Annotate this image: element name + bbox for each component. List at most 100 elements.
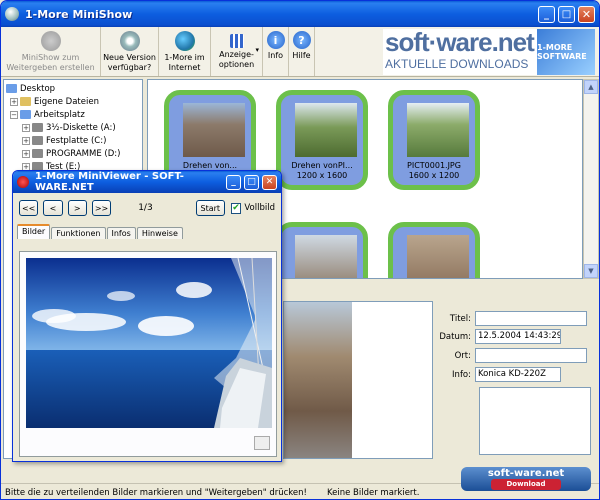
new-version-button[interactable]: Neue Version verfügbar? [101, 27, 159, 76]
tree-expander[interactable]: + [22, 149, 30, 158]
thumbnail-image [295, 103, 357, 157]
prev-image-button[interactable]: < [43, 200, 63, 216]
software-net-logo: soft·ware.net AKTUELLE DOWNLOADS 1-MORE … [383, 27, 595, 75]
resize-icon[interactable] [254, 436, 270, 450]
tree-item-label: Desktop [20, 83, 56, 94]
miniviewer-image [26, 258, 272, 428]
thumbnail-size: 1600 x 1200 [408, 171, 460, 180]
create-minishow-button[interactable]: MiniShow zum Weitergeben erstellen [1, 27, 101, 76]
tree-item-desktop[interactable]: Desktop [6, 82, 140, 95]
next-image-button[interactable]: > [67, 200, 87, 216]
tree-item-label: Festplatte (C:) [46, 135, 107, 146]
logo-badge: 1-MORE SOFTWARE [537, 29, 595, 75]
properties-panel: Titel: Datum: 12.5.2004 14:43:29 Ort: In… [435, 301, 599, 459]
info-row: Info: Konica KD-220Z [435, 367, 561, 382]
date-field[interactable]: 12.5.2004 14:43:29 [475, 329, 561, 344]
minimize-button[interactable]: _ [538, 5, 555, 23]
tree-item-label: PROGRAMME (D:) [46, 148, 121, 159]
start-button[interactable]: Start [195, 200, 225, 216]
tree-expander[interactable]: − [10, 110, 18, 119]
help-icon: ? [292, 31, 311, 49]
info-textarea[interactable] [479, 387, 591, 455]
tab-funktionen[interactable]: Funktionen [51, 227, 106, 239]
miniviewer-tabs: Bilder Funktionen Infos Hinweise [13, 223, 281, 239]
info-field-label: Info: [452, 369, 471, 380]
thumbnail-name: PICT0001.JPG [407, 161, 461, 170]
thumbnail-3[interactable]: PICT0001.JPG 1600 x 1200 [388, 90, 480, 190]
info-label: Info [267, 51, 284, 60]
internet-button[interactable]: 1-More im Internet [159, 27, 211, 76]
miniviewer-navigation: << < > >> 1/3 Start ✔ Vollbild [13, 193, 281, 223]
miniviewer-app-icon [17, 176, 29, 188]
location-row: Ort: [435, 348, 587, 363]
maximize-button[interactable]: □ [558, 5, 575, 23]
first-image-button[interactable]: << [19, 200, 39, 216]
thumbnail-4[interactable] [276, 222, 368, 278]
location-field[interactable] [475, 348, 587, 363]
miniviewer-close-button[interactable]: ✕ [262, 174, 277, 190]
miniviewer-title-bar[interactable]: 1-More MiniViewer - SOFT-WARE.NET _ □ ✕ [13, 171, 281, 193]
drive-icon [32, 149, 43, 158]
logo-text: soft·ware.net [385, 27, 535, 57]
tree-item-label: 3½-Diskette (A:) [46, 122, 116, 133]
info-button[interactable]: i Info [263, 27, 289, 76]
fullscreen-checkbox[interactable]: ✔ [230, 202, 242, 214]
logo-subtitle: AKTUELLE DOWNLOADS [385, 57, 529, 71]
miniviewer-window: 1-More MiniViewer - SOFT-WARE.NET _ □ ✕ … [12, 170, 282, 462]
miniviewer-title: 1-More MiniViewer - SOFT-WARE.NET [35, 171, 184, 193]
tree-expander[interactable]: + [22, 123, 30, 132]
thumbnail-name: Drehen vonPI... [291, 161, 353, 170]
status-left: Bitte die zu verteilenden Bilder markier… [5, 487, 307, 498]
close-button[interactable]: ✕ [578, 5, 595, 23]
app-icon [5, 7, 19, 21]
globe-icon [174, 31, 195, 51]
tree-expander[interactable]: + [22, 136, 30, 145]
tree-item-label: Arbeitsplatz [34, 109, 85, 120]
sailboat-photo [26, 258, 272, 428]
tree-expander[interactable]: + [10, 97, 18, 106]
scroll-down-icon[interactable]: ▼ [584, 264, 598, 278]
thumbnail-2[interactable]: Drehen vonPI... 1200 x 1600 [276, 90, 368, 190]
tree-item-arbeitsplatz[interactable]: − Arbeitsplatz [6, 108, 140, 121]
fullscreen-label: Vollbild [244, 203, 275, 213]
preview-image [284, 302, 352, 458]
thumbnail-scrollbar[interactable]: ▲ ▼ [583, 79, 599, 279]
internet-label: 1-More im Internet [164, 53, 205, 72]
tree-item-drive-d[interactable]: + PROGRAMME (D:) [6, 147, 140, 160]
floppy-icon [32, 123, 43, 132]
date-row: Datum: 12.5.2004 14:43:29 [435, 329, 561, 344]
tree-item-floppy[interactable]: + 3½-Diskette (A:) [6, 121, 140, 134]
title-bar[interactable]: 1-More MiniShow _ □ ✕ [1, 1, 599, 27]
thumbnail-5[interactable] [388, 222, 480, 278]
title-label: Titel: [449, 313, 471, 324]
toolbar: MiniShow zum Weitergeben erstellen Neue … [1, 27, 599, 77]
image-preview [283, 301, 433, 459]
display-options-label: Anzeige-optionen [218, 50, 255, 69]
thumbnail-size: 1200 x 1600 [296, 171, 348, 180]
people-icon [40, 31, 61, 51]
tab-infos[interactable]: Infos [106, 227, 136, 239]
last-image-button[interactable]: >> [91, 200, 112, 216]
scroll-up-icon[interactable]: ▲ [584, 80, 598, 94]
help-button[interactable]: ? Hilfe [289, 27, 315, 76]
miniviewer-maximize-button[interactable]: □ [244, 174, 259, 190]
display-options-button[interactable]: Anzeige-optionen ▾ [211, 27, 263, 76]
thumbnail-image [295, 235, 357, 278]
watermark-text: soft-ware.net [487, 468, 565, 479]
title-row: Titel: [435, 311, 587, 326]
tree-item-drive-c[interactable]: + Festplatte (C:) [6, 134, 140, 147]
thumbnail-caption: PICT0001.JPG 1600 x 1200 [393, 161, 475, 181]
drive-icon [32, 136, 43, 145]
new-version-label: Neue Version verfügbar? [103, 53, 156, 72]
dropdown-arrow-icon: ▾ [255, 46, 259, 54]
location-label: Ort: [454, 350, 471, 361]
date-label: Datum: [439, 331, 471, 342]
tab-hinweise[interactable]: Hinweise [136, 227, 183, 239]
folder-icon [20, 97, 31, 106]
title-field[interactable] [475, 311, 587, 326]
tab-bilder[interactable]: Bilder [17, 224, 51, 239]
miniviewer-minimize-button[interactable]: _ [226, 174, 241, 190]
thumbnail-image [183, 103, 245, 157]
info-field[interactable]: Konica KD-220Z [475, 367, 561, 382]
tree-item-eigene-dateien[interactable]: + Eigene Dateien [6, 95, 140, 108]
